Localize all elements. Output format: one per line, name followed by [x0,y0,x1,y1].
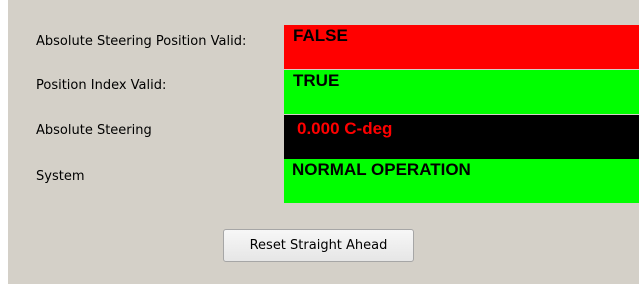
absolute-steering-indicator: 0.000 C-deg [284,115,639,159]
abs-steering-position-valid-label: Absolute Steering Position Valid: [36,34,247,49]
system-status-value: NORMAL OPERATION [292,160,471,179]
reset-straight-ahead-button[interactable]: Reset Straight Ahead [223,229,414,262]
abs-steering-position-valid-value: FALSE [293,26,348,45]
system-label: System [36,169,85,184]
position-index-valid-value: TRUE [293,71,340,90]
system-status-indicator: NORMAL OPERATION [284,159,639,203]
position-index-valid-indicator: TRUE [284,70,639,114]
absolute-steering-label: Absolute Steering [36,123,152,138]
abs-steering-position-valid-indicator: FALSE [284,25,639,69]
absolute-steering-value: 0.000 C-deg [297,119,393,138]
position-index-valid-label: Position Index Valid: [36,78,167,93]
